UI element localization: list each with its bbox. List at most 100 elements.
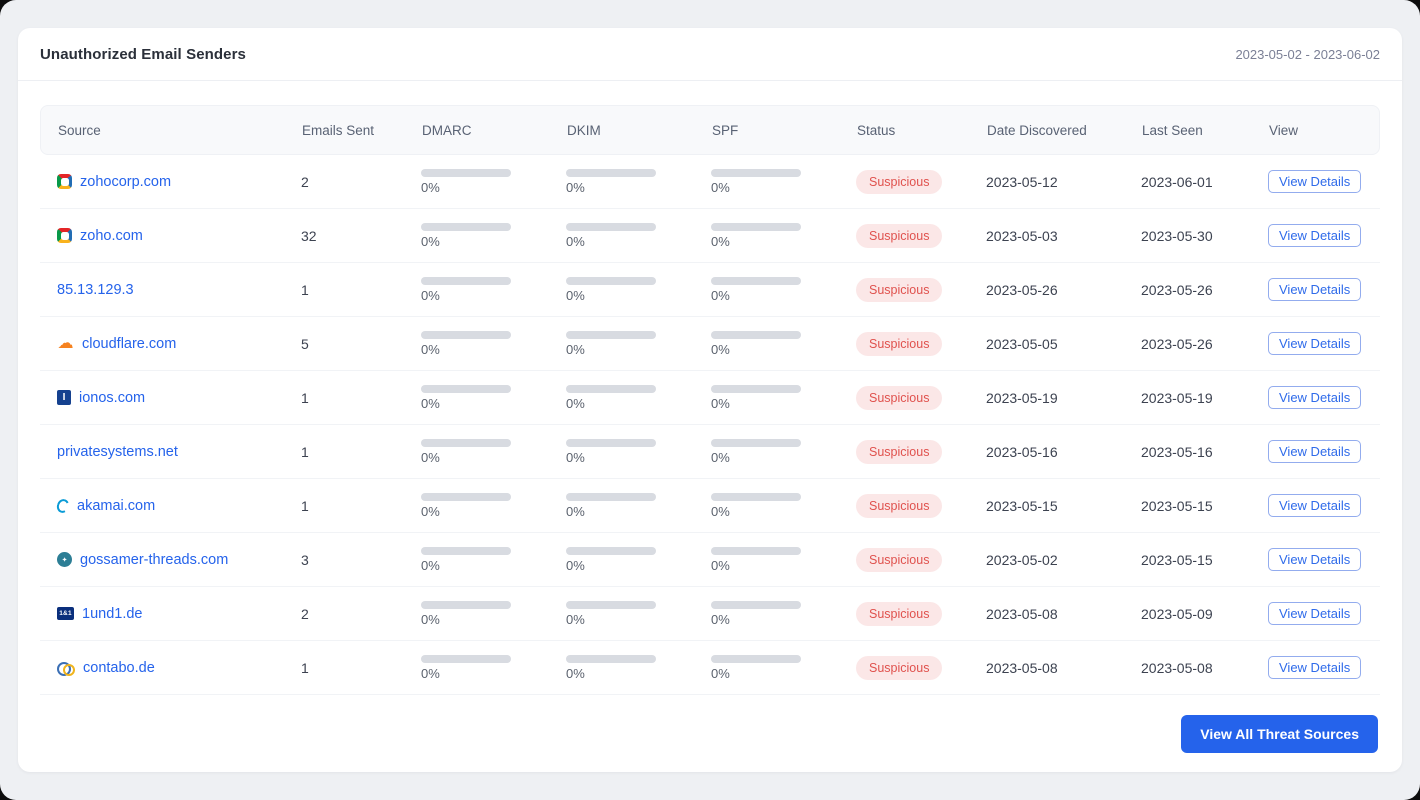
dkim-cell: 0% (566, 546, 711, 573)
view-all-threat-sources-button[interactable]: View All Threat Sources (1181, 714, 1378, 753)
view-details-button[interactable]: View Details (1268, 386, 1362, 409)
emails-sent-value: 3 (301, 551, 309, 568)
spf-progress-bar (711, 276, 801, 285)
source-cell: cloudflare.com (57, 336, 301, 352)
view-details-button[interactable]: View Details (1268, 656, 1362, 679)
view-cell: View Details (1268, 602, 1380, 625)
view-cell: View Details (1268, 656, 1380, 679)
last-seen-value: 2023-05-26 (1141, 335, 1213, 352)
dmarc-progress-bar (421, 492, 511, 501)
view-details-button[interactable]: View Details (1268, 440, 1362, 463)
dkim-progress-bar (566, 438, 656, 447)
source-link[interactable]: gossamer-threads.com (80, 552, 228, 568)
page-background: Unauthorized Email Senders 2023-05-02 - … (0, 0, 1420, 800)
emails-sent-value: 2 (301, 605, 309, 622)
view-details-button[interactable]: View Details (1268, 332, 1362, 355)
spf-cell: 0% (711, 438, 856, 465)
date-discovered-value: 2023-05-12 (986, 173, 1058, 190)
status-badge: Suspicious (856, 655, 943, 680)
source-cell: zoho.com (57, 228, 301, 244)
view-details-button[interactable]: View Details (1268, 548, 1362, 571)
akamai-icon (55, 496, 71, 515)
spf-percent-label: 0% (711, 611, 730, 627)
source-link[interactable]: zohocorp.com (80, 174, 171, 190)
dkim-progress-bar (566, 168, 656, 177)
last-seen-value: 2023-05-30 (1141, 227, 1213, 244)
status-cell: Suspicious (856, 385, 986, 410)
dmarc-cell: 0% (421, 222, 566, 249)
view-details-button[interactable]: View Details (1268, 494, 1362, 517)
source-link[interactable]: privatesystems.net (57, 444, 178, 460)
spf-percent-label: 0% (711, 665, 730, 681)
dmarc-progress-bar (421, 168, 511, 177)
table-row: cloudflare.com 5 0% 0% 0% Suspicious 202… (40, 317, 1380, 371)
dkim-percent-label: 0% (566, 665, 585, 681)
spf-progress-bar (711, 654, 801, 663)
dkim-cell: 0% (566, 600, 711, 627)
source-cell: contabo.de (57, 660, 301, 676)
view-details-button[interactable]: View Details (1268, 602, 1362, 625)
source-link[interactable]: contabo.de (83, 660, 155, 676)
table-row: 1und1.de 2 0% 0% 0% Suspicious 2023-05-0… (40, 587, 1380, 641)
table-body: zohocorp.com 2 0% 0% 0% Suspicious 2023-… (40, 155, 1380, 695)
source-cell: 85.13.129.3 (57, 282, 301, 298)
dkim-percent-label: 0% (566, 503, 585, 519)
view-details-button[interactable]: View Details (1268, 278, 1362, 301)
status-badge: Suspicious (856, 331, 943, 356)
dkim-progress-bar (566, 600, 656, 609)
date-discovered-value: 2023-05-19 (986, 389, 1058, 406)
source-link[interactable]: zoho.com (80, 228, 143, 244)
dmarc-cell: 0% (421, 168, 566, 195)
last-seen-value: 2023-05-19 (1141, 389, 1213, 406)
emails-sent-value: 1 (301, 497, 309, 514)
emails-sent-value: 32 (301, 227, 317, 244)
dkim-cell: 0% (566, 654, 711, 681)
dmarc-percent-label: 0% (421, 665, 440, 681)
status-cell: Suspicious (856, 169, 986, 194)
dkim-percent-label: 0% (566, 557, 585, 573)
spf-progress-bar (711, 492, 801, 501)
spf-cell: 0% (711, 222, 856, 249)
dmarc-cell: 0% (421, 600, 566, 627)
table-row: zoho.com 32 0% 0% 0% Suspicious 2023-05-… (40, 209, 1380, 263)
date-discovered-value: 2023-05-08 (986, 659, 1058, 676)
source-link[interactable]: 1und1.de (82, 606, 142, 622)
source-link[interactable]: ionos.com (79, 390, 145, 406)
status-cell: Suspicious (856, 655, 986, 680)
last-seen-value: 2023-05-16 (1141, 443, 1213, 460)
status-badge: Suspicious (856, 493, 943, 518)
last-seen-value: 2023-05-09 (1141, 605, 1213, 622)
panel-title: Unauthorized Email Senders (40, 45, 246, 63)
source-link[interactable]: cloudflare.com (82, 336, 176, 352)
source-cell: akamai.com (55, 496, 301, 515)
spf-percent-label: 0% (711, 449, 730, 465)
spf-progress-bar (711, 546, 801, 555)
source-cell: ionos.com (57, 390, 301, 406)
view-cell: View Details (1268, 224, 1380, 247)
view-cell: View Details (1268, 386, 1380, 409)
status-badge: Suspicious (856, 601, 943, 626)
view-details-button[interactable]: View Details (1268, 170, 1362, 193)
source-link[interactable]: 85.13.129.3 (57, 282, 134, 298)
dkim-percent-label: 0% (566, 395, 585, 411)
dkim-percent-label: 0% (566, 449, 585, 465)
column-header-dmarc: DMARC (422, 122, 472, 138)
spf-progress-bar (711, 168, 801, 177)
view-details-button[interactable]: View Details (1268, 224, 1362, 247)
status-cell: Suspicious (856, 331, 986, 356)
table-header-row: Source Emails Sent DMARC DKIM SPF Status… (40, 105, 1380, 155)
dmarc-cell: 0% (421, 276, 566, 303)
dkim-progress-bar (566, 384, 656, 393)
source-link[interactable]: akamai.com (77, 498, 155, 514)
dmarc-percent-label: 0% (421, 503, 440, 519)
view-cell: View Details (1268, 440, 1380, 463)
last-seen-value: 2023-05-26 (1141, 281, 1213, 298)
dmarc-progress-bar (421, 600, 511, 609)
column-header-source: Source (58, 122, 101, 138)
spf-percent-label: 0% (711, 179, 730, 195)
date-discovered-value: 2023-05-15 (986, 497, 1058, 514)
spf-cell: 0% (711, 492, 856, 519)
dkim-progress-bar (566, 222, 656, 231)
source-cell: privatesystems.net (57, 444, 301, 460)
1und1-icon (57, 607, 74, 620)
